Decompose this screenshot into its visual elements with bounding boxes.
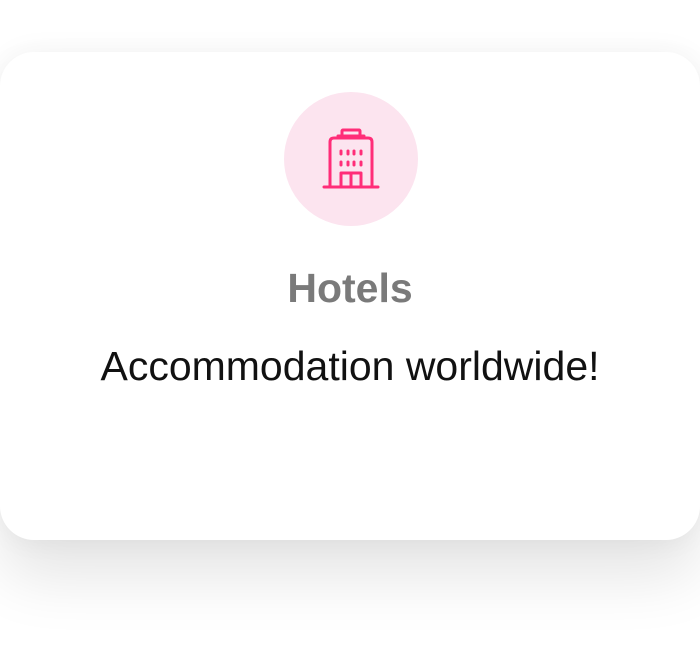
icon-badge: [284, 92, 418, 226]
hotels-card[interactable]: Hotels Accommodation worldwide!: [0, 52, 700, 540]
page: Hotels Accommodation worldwide!: [0, 0, 700, 645]
card-description: Accommodation worldwide!: [100, 343, 600, 389]
card-title: Hotels: [287, 265, 413, 311]
hotel-building-icon: [322, 128, 380, 189]
